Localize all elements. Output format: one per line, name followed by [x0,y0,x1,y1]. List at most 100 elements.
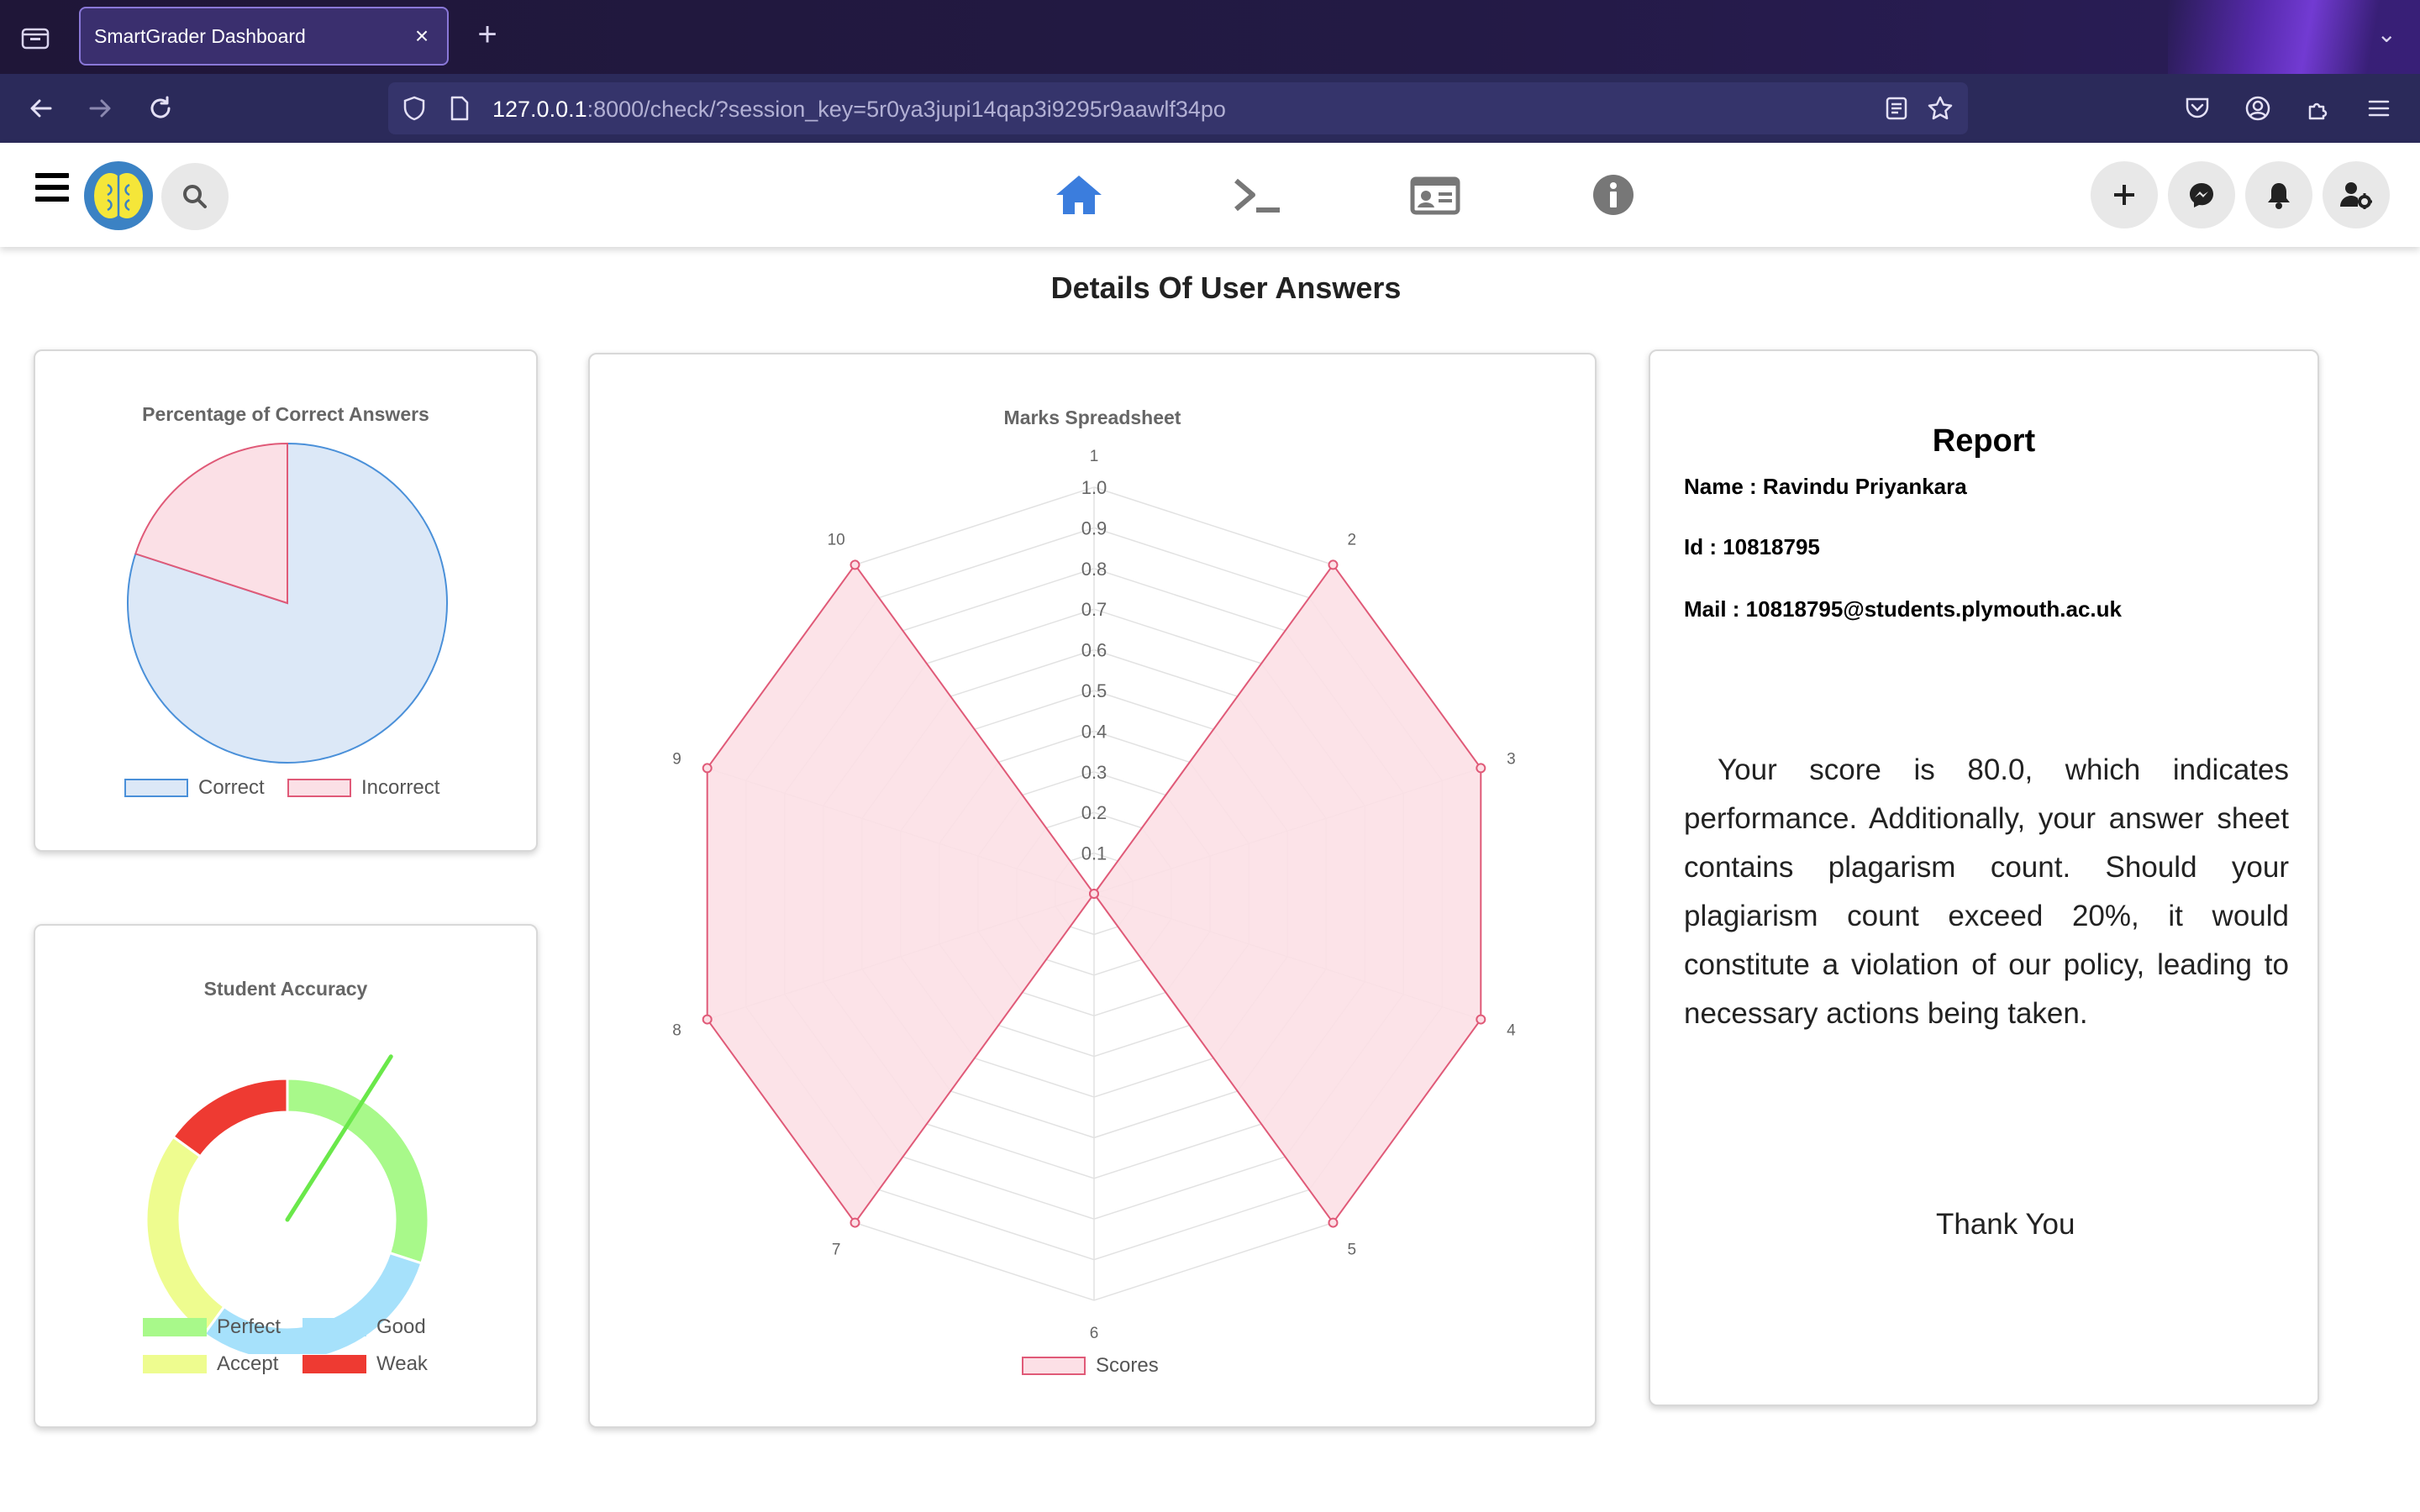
radar-tick-label: 0.7 [1081,599,1107,620]
legend-swatch-scores [1022,1357,1086,1375]
legend-correct[interactable]: Correct [124,776,265,800]
bookmark-star-icon[interactable] [1926,94,1954,123]
legend-weak[interactable]: Weak [302,1352,428,1376]
radar-point-6 [1089,889,1099,899]
reader-view-icon[interactable] [1882,94,1911,123]
legend-good[interactable]: Good [302,1315,426,1339]
radar-tick-label: 0.8 [1081,559,1107,580]
radar-tick-label: 0.3 [1081,762,1107,783]
report-name: Name : Ravindu Priyankara [1684,474,1967,499]
radar-axis-label-10: 10 [828,532,845,549]
legend-label-accept: Accept [217,1352,279,1375]
legend-swatch-good [302,1318,366,1336]
nav-profile[interactable] [1408,168,1462,222]
messenger-icon [2190,183,2213,207]
new-tab-icon[interactable]: + [471,18,504,52]
radar-axis-label-1: 1 [1090,448,1099,465]
legend-label-weak: Weak [376,1352,428,1375]
radar-point-5 [1328,1217,1339,1228]
nav-info[interactable] [1586,168,1640,222]
plus-icon [2114,185,2134,205]
brain-logo-icon[interactable] [84,161,153,230]
legend-label-good: Good [376,1315,426,1338]
report-summary: Your score is 80.0, which indicates perf… [1684,753,2289,1030]
radar-axis-label-2: 2 [1348,532,1357,549]
radar-tick-label: 0.9 [1081,517,1107,538]
page-icon[interactable] [445,94,474,123]
nav-terminal[interactable] [1230,168,1284,222]
report-mail: Mail : 10818795@students.plymouth.ac.uk [1684,596,2122,622]
radar-tick-label: 1.0 [1081,477,1107,498]
url-text[interactable]: 127.0.0.1:8000/check/?session_key=5r0ya3… [492,97,1226,123]
add-button[interactable] [2091,161,2158,228]
reload-icon[interactable] [139,87,182,129]
tab-list-chevron-icon[interactable]: ⌄ [2377,20,2396,48]
url-host: 127.0.0.1 [492,97,587,122]
report-id: Id : 10818795 [1684,534,1820,559]
back-icon[interactable] [20,87,62,129]
shield-icon[interactable] [400,94,429,123]
radar-axis-label-5: 5 [1348,1241,1357,1258]
home-icon [1056,176,1102,214]
radar-tick-label: 0.5 [1081,680,1107,701]
legend-perfect[interactable]: Perfect [143,1315,281,1339]
legend-label-perfect: Perfect [217,1315,281,1338]
info-icon [1593,175,1634,215]
radar-axis-label-6: 6 [1090,1325,1099,1342]
radar-point-4 [1476,1014,1486,1025]
legend-incorrect[interactable]: Incorrect [287,776,439,800]
pie-chart [127,442,448,764]
search-button[interactable] [161,163,229,230]
radar-point-2 [1328,559,1339,570]
extensions-icon[interactable] [2297,87,2339,129]
tab-title: SmartGrader Dashboard [94,24,306,47]
radar-point-8 [702,1014,713,1025]
gauge-segment-weak [171,1077,289,1158]
legend-label-scores: Scores [1096,1354,1159,1377]
user-settings-icon [2340,182,2372,209]
legend-scores[interactable]: Scores [1022,1354,1159,1378]
pie-chart-card: Percentage of Correct Answers Correct In… [34,349,538,852]
accuracy-gauge-chart [145,1054,430,1354]
accuracy-chart-title: Student Accuracy [203,978,368,1000]
radar-point-7 [850,1217,860,1228]
pie-chart-title: Percentage of Correct Answers [142,403,429,425]
radar-axis-label-3: 3 [1507,751,1516,769]
radar-axis-label-9: 9 [672,751,681,769]
radar-chart-card: Marks Spreadsheet 0.1 0.2 0.3 0.4 0.5 0.6 0.7 0… [588,353,1597,1428]
tab-close-icon[interactable]: × [408,24,435,50]
tab-manager-icon[interactable] [18,20,52,54]
legend-swatch-incorrect [287,779,351,797]
legend-swatch-perfect [143,1318,207,1336]
user-settings-button[interactable] [2323,161,2390,228]
pocket-icon[interactable] [2176,87,2218,129]
account-icon[interactable] [2237,87,2279,129]
bell-icon [2268,183,2290,209]
radar-tick-label: 0.6 [1081,640,1107,661]
legend-label-incorrect: Incorrect [361,776,440,799]
forward-icon[interactable] [79,87,121,129]
legend-swatch-weak [302,1355,366,1373]
radar-chart: 0.1 0.2 0.3 0.4 0.5 0.6 0.7 0.8 0.9 1.0 1 2 3 4 5 6 7 8 9 1… [672,448,1516,1342]
radar-tick-label: 0.2 [1081,802,1107,823]
gauge-segment-accept [145,1135,226,1336]
url-path: :8000/check/?session_key=5r0ya3jupi14qap… [587,97,1226,122]
radar-point-10 [850,559,860,570]
nav-home[interactable] [1052,168,1106,222]
radar-axis-label-4: 4 [1507,1021,1516,1039]
menu-icon[interactable] [2358,87,2400,129]
url-bar[interactable]: 127.0.0.1:8000/check/?session_key=5r0ya3… [388,82,1968,134]
hamburger-menu-icon[interactable] [35,173,69,202]
report-card: Report Name : Ravindu Priyankara Id : 10… [1649,349,2319,1406]
browser-tab-bar: SmartGrader Dashboard × + ⌄ [0,0,2420,74]
messenger-button[interactable] [2168,161,2235,228]
search-icon [183,185,207,208]
legend-accept[interactable]: Accept [143,1352,278,1376]
browser-tab[interactable]: SmartGrader Dashboard × [79,7,449,66]
notifications-button[interactable] [2245,161,2312,228]
radar-point-3 [1476,763,1486,774]
browser-nav-bar: 127.0.0.1:8000/check/?session_key=5r0ya3… [0,74,2420,143]
radar-tick-label: 0.4 [1081,721,1107,742]
radar-axis-label-7: 7 [832,1241,841,1258]
radar-tick-label: 0.1 [1081,843,1107,864]
